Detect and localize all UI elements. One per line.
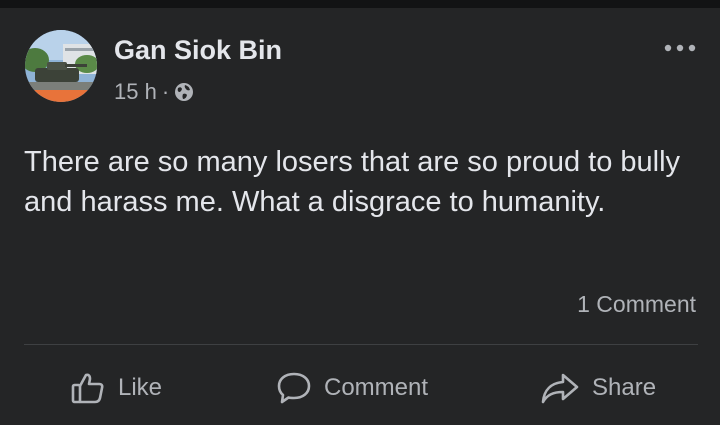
like-icon [70, 370, 106, 406]
share-button[interactable]: Share [540, 366, 656, 410]
share-icon [540, 370, 580, 406]
comment-icon [276, 370, 312, 406]
top-bar [0, 0, 720, 8]
like-button[interactable]: Like [70, 366, 162, 410]
meta-separator: · [161, 79, 170, 104]
more-options-button[interactable] [660, 38, 700, 58]
author-name[interactable]: Gan Siok Bin [114, 35, 282, 66]
globe-icon [174, 82, 194, 102]
divider [24, 344, 698, 345]
like-label: Like [118, 374, 163, 401]
avatar-image [25, 30, 97, 102]
post-body: There are so many losers that are so pro… [24, 146, 681, 218]
comment-count-link[interactable]: 1 Comment [577, 291, 696, 318]
more-icon [664, 39, 696, 57]
comment-label: Comment [324, 374, 429, 401]
comment-button[interactable]: Comment [276, 366, 428, 410]
post-card: Gan Siok Bin 15 h · There are so many lo… [0, 8, 720, 425]
share-label: Share [592, 374, 657, 401]
post-meta: 15 h · [114, 79, 194, 105]
avatar[interactable] [25, 30, 97, 102]
post-timestamp[interactable]: 15 h [114, 79, 157, 105]
